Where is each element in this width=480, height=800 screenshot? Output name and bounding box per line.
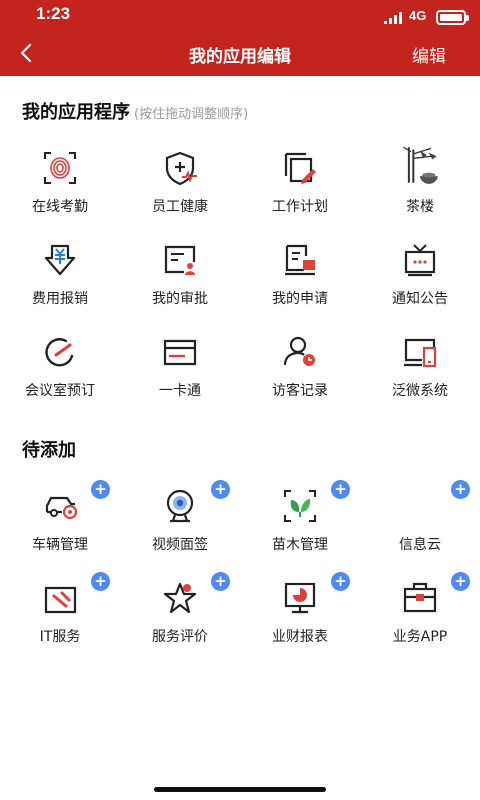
add-button[interactable]: +: [211, 480, 230, 499]
meeting-gauge-icon: [45, 338, 74, 367]
seedling-icon: [284, 490, 316, 522]
app-label: 信息云: [399, 537, 441, 553]
app-notice[interactable]: 通知公告: [360, 242, 480, 334]
app-label: 车辆管理: [32, 537, 88, 553]
vehicle-icon: [45, 496, 78, 520]
my-apps-title: 我的应用程序: [22, 102, 130, 123]
app-label: 我的申请: [272, 291, 328, 307]
app-label: 我的审批: [152, 291, 208, 307]
expense-yen-icon: [44, 244, 76, 276]
status-time: 1:23: [36, 4, 71, 23]
add-button[interactable]: +: [211, 572, 230, 591]
plan-edit-icon: [284, 152, 316, 184]
pending-app-it-service[interactable]: + IT服务: [0, 572, 120, 672]
add-button[interactable]: +: [451, 480, 470, 499]
network-type: 4G: [409, 8, 427, 23]
app-attendance[interactable]: 在线考勤: [0, 150, 120, 242]
pending-app-info-cloud[interactable]: + 信息云: [360, 480, 480, 580]
finance-report-icon: [284, 582, 316, 614]
app-label: 工作计划: [272, 199, 328, 215]
app-label: 苗木管理: [272, 537, 328, 553]
app-weaver-system[interactable]: 泛微系统: [360, 334, 480, 426]
app-label: 泛微系统: [392, 383, 448, 399]
battery-icon: [436, 10, 469, 25]
fingerprint-icon: [44, 152, 76, 184]
edit-button[interactable]: 编辑: [412, 42, 446, 67]
tv-notice-icon: [404, 244, 436, 277]
add-button[interactable]: +: [331, 480, 350, 499]
app-expense[interactable]: 费用报销: [0, 242, 120, 334]
pending-app-seedling[interactable]: + 苗木管理: [240, 480, 360, 580]
app-tea-house[interactable]: 茶楼: [360, 146, 480, 242]
add-button[interactable]: +: [91, 572, 110, 591]
pending-app-business-app[interactable]: + 业务APP: [360, 572, 480, 672]
back-button[interactable]: [12, 36, 46, 70]
app-label: 在线考勤: [32, 199, 88, 215]
app-label: 会议室预订: [25, 383, 95, 399]
status-bar: 1:23 4G: [0, 0, 480, 30]
signal-icon: [384, 12, 402, 24]
my-apps-heading: 我的应用程序 (按住拖动调整顺序): [22, 98, 248, 124]
card-icon: [163, 339, 197, 366]
pending-app-video-sign[interactable]: + 视频面签: [120, 480, 240, 580]
app-employee-health[interactable]: 员工健康: [120, 150, 240, 242]
health-shield-icon: [165, 151, 197, 186]
pending-title: 待添加: [22, 440, 76, 461]
home-indicator[interactable]: [154, 787, 326, 792]
app-campus-card[interactable]: 一卡通: [120, 334, 240, 426]
app-label: 一卡通: [159, 383, 201, 399]
pending-apps-grid: + 车辆管理 + 视频面签 + 苗木管理 + 信息云 + IT服务 + 服务评价…: [0, 480, 480, 672]
my-apps-hint: (按住拖动调整顺序): [134, 107, 249, 122]
visitor-icon: [283, 336, 315, 366]
app-label: 费用报销: [32, 291, 88, 307]
approval-icon: [164, 245, 196, 275]
chevron-left-icon: [20, 43, 32, 63]
add-button[interactable]: +: [451, 572, 470, 591]
briefcase-icon: [403, 582, 437, 613]
my-apps-grid: 在线考勤 员工健康 工作计划 茶楼 费用报销 我的审批 我的申请 通知公告 会议…: [0, 146, 480, 426]
add-button[interactable]: +: [331, 572, 350, 591]
pending-app-vehicle[interactable]: + 车辆管理: [0, 480, 120, 580]
app-my-application[interactable]: 我的申请: [240, 242, 360, 334]
app-header: 1:23 4G 我的应用编辑 编辑: [0, 0, 480, 76]
app-visitor-log[interactable]: 访客记录: [240, 334, 360, 426]
application-icon: [285, 244, 315, 276]
add-button[interactable]: +: [91, 480, 110, 499]
tea-house-icon: [403, 146, 438, 184]
system-monitor-icon: [404, 338, 437, 368]
app-meeting-room[interactable]: 会议室预订: [0, 334, 120, 426]
app-label: 业财报表: [272, 629, 328, 645]
app-label: 视频面签: [152, 537, 208, 553]
it-service-icon: [44, 586, 77, 614]
app-label: 访客记录: [272, 383, 328, 399]
webcam-icon: [166, 489, 194, 523]
page-title: 我的应用编辑: [189, 47, 291, 67]
app-work-plan[interactable]: 工作计划: [240, 150, 360, 242]
app-label: 业务APP: [392, 629, 448, 645]
app-label: 茶楼: [406, 199, 434, 215]
app-label: IT服务: [39, 629, 81, 645]
pending-app-finance-report[interactable]: + 业财报表: [240, 572, 360, 672]
app-label: 通知公告: [392, 291, 448, 307]
pending-heading: 待添加: [22, 436, 76, 462]
pending-app-service-rating[interactable]: + 服务评价: [120, 572, 240, 672]
app-label: 员工健康: [152, 199, 208, 215]
app-my-approval[interactable]: 我的审批: [120, 242, 240, 334]
app-label: 服务评价: [152, 629, 208, 645]
star-rating-icon: [163, 582, 197, 614]
